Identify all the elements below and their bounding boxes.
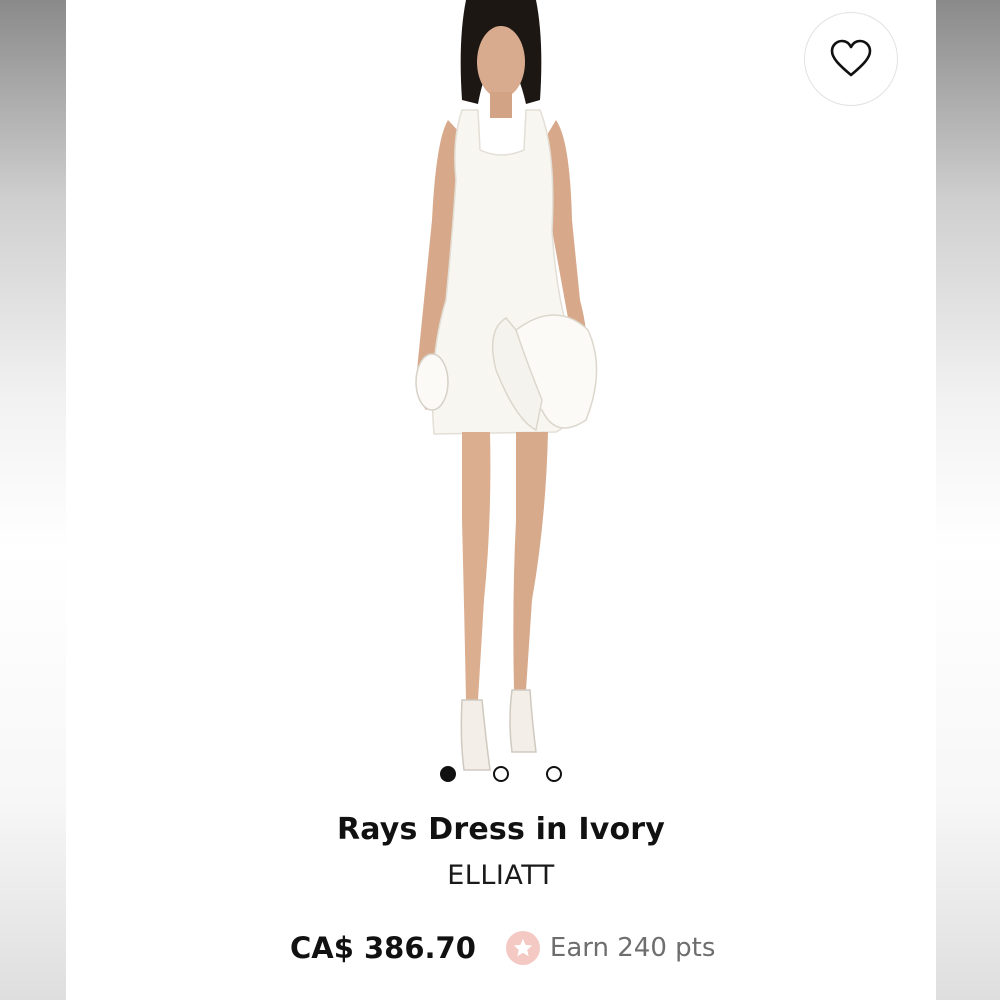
rewards-points: Earn 240 pts [549, 933, 716, 963]
gallery-dot[interactable] [546, 766, 562, 782]
price-row: CA$ 386.70 Earn 240 pts [290, 926, 715, 970]
product-price: CA$ 386.70 [290, 931, 476, 965]
right-backdrop [936, 0, 1000, 1000]
favorite-button[interactable] [804, 12, 898, 106]
gallery-dot[interactable] [493, 766, 509, 782]
product-title: Rays Dress in Ivory [336, 812, 666, 847]
product-image[interactable] [366, 0, 636, 800]
gallery-pagination [436, 764, 576, 784]
brand-link[interactable]: ELLIATT [66, 860, 936, 891]
star-icon [505, 931, 540, 965]
left-backdrop [0, 0, 66, 1000]
product-card: Rays Dress in Ivory ELLIATT CA$ 386.70 E… [66, 0, 936, 1000]
gallery-dot[interactable] [440, 766, 456, 782]
heart-icon [830, 39, 872, 77]
